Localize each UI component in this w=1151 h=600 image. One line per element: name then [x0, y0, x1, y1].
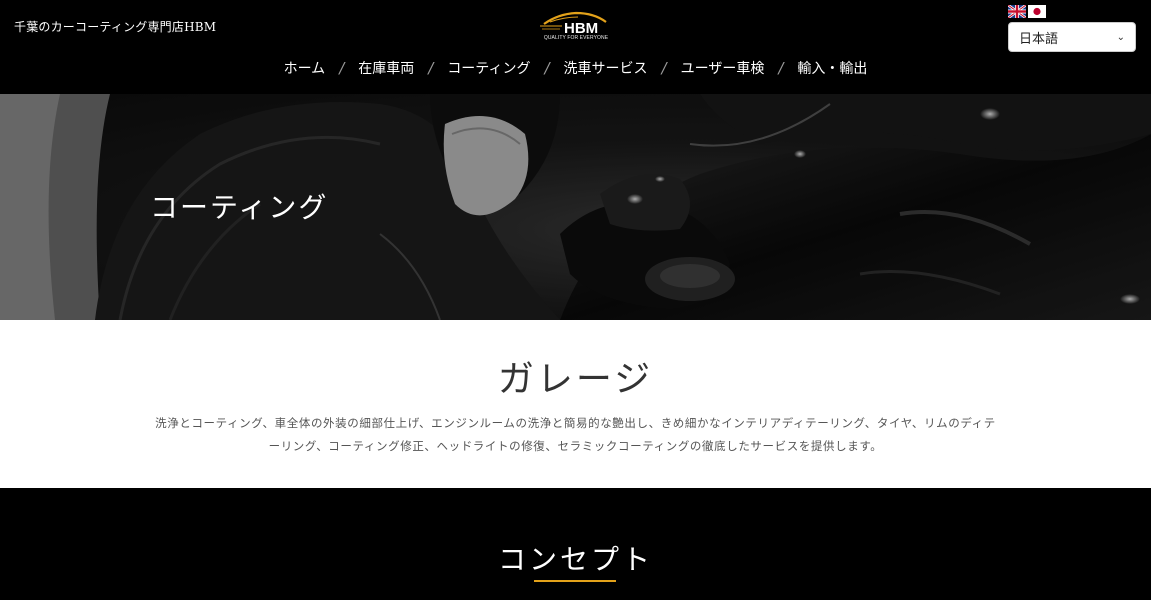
garage-section: ガレージ 洗浄とコーティング、車全体の外装の細部仕上げ、エンジンルームの洗浄と簡… [0, 320, 1151, 488]
nav-separator: / [339, 59, 345, 77]
nav-item-coating[interactable]: コーティング [446, 58, 531, 78]
nav-item-inventory[interactable]: 在庫車両 [357, 58, 415, 78]
japan-flag-icon[interactable] [1028, 5, 1046, 18]
nav-item-import-export[interactable]: 輸入・輸出 [796, 58, 868, 78]
site-name[interactable]: 千葉のカーコーティング専門店HBM [14, 18, 216, 35]
nav-item-home[interactable]: ホーム [283, 58, 327, 78]
hbm-logo[interactable]: HBM QUALITY FOR EVERYONE [540, 10, 612, 44]
logo-text: HBM [564, 20, 598, 36]
hero-title: コーティング [150, 191, 329, 224]
main-nav: ホーム / 在庫車両 / コーティング / 洗車サービス / ユーザー車検 / … [0, 58, 1151, 78]
concept-underline [534, 580, 616, 582]
garage-description-line: 洗浄とコーティング、車全体の外装の細部仕上げ、エンジンルームの洗浄と簡易的な艶出… [155, 416, 996, 430]
garage-title: ガレージ [497, 359, 654, 400]
nav-separator: / [778, 59, 784, 77]
chevron-down-icon: ⌄ [1116, 31, 1125, 43]
concept-section: コンセプト [0, 488, 1151, 600]
page: 千葉のカーコーティング専門店HBM HBM QUALITY FOR EVERYO… [0, 0, 1151, 600]
nav-item-inspection[interactable]: ユーザー車検 [680, 58, 766, 78]
uk-flag-icon[interactable] [1008, 5, 1026, 18]
nav-separator: / [544, 59, 550, 77]
language-select[interactable]: 日本語 ⌄ [1008, 22, 1136, 52]
language-select-value: 日本語 [1019, 31, 1059, 47]
nav-separator: / [661, 59, 667, 77]
language-flags [1008, 5, 1046, 18]
nav-item-car-wash[interactable]: 洗車サービス [563, 58, 649, 78]
nav-separator: / [428, 59, 434, 77]
concept-title: コンセプト [497, 543, 653, 576]
car-silhouette-icon: HBM [540, 11, 607, 36]
hero-banner: コーティング [0, 94, 1151, 320]
logo-tagline: QUALITY FOR EVERYONE [543, 35, 609, 41]
garage-description: 洗浄とコーティング、車全体の外装の細部仕上げ、エンジンルームの洗浄と簡易的な艶出… [145, 412, 1006, 458]
garage-description-line: ーリング、コーティング修正、ヘッドライトの修復、セラミックコーティングの徹底した… [268, 439, 883, 453]
site-header: 千葉のカーコーティング専門店HBM HBM QUALITY FOR EVERYO… [0, 0, 1151, 94]
